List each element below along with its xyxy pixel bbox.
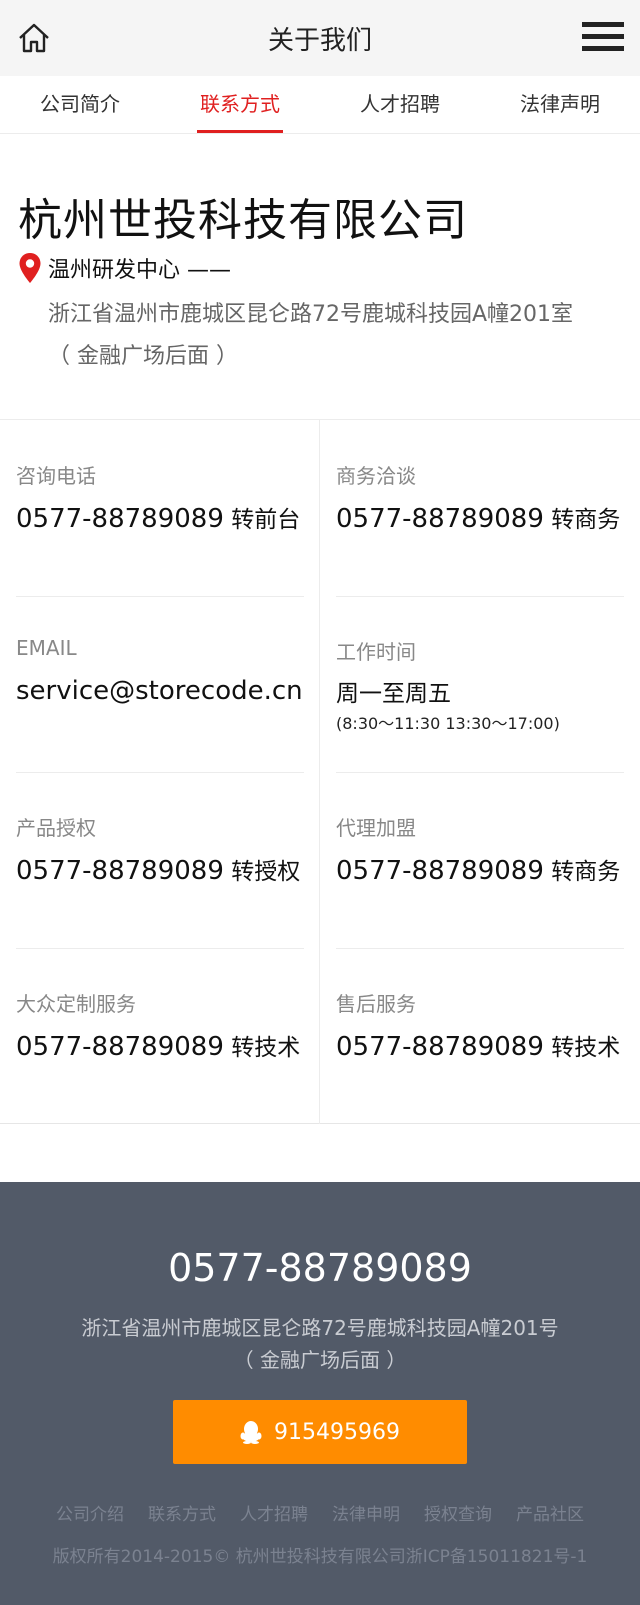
contact-cell-agent: 代理加盟 0577-88789089 转商务 [320, 772, 640, 948]
section-tabs: 公司简介 联系方式 人才招聘 法律声明 [0, 76, 640, 134]
contact-label: 商务洽谈 [336, 464, 416, 488]
footer-link-careers[interactable]: 人才招聘 [240, 1500, 308, 1525]
tab-contact[interactable]: 联系方式 [160, 76, 320, 133]
contact-cell-hours: 工作时间 周一至周五 (8:30～11:30 13:30～17:00) [320, 596, 640, 772]
footer-link-about[interactable]: 公司介绍 [56, 1500, 124, 1525]
contact-phone[interactable]: 0577-88789089 转技术 [336, 1028, 620, 1062]
contact-grid: 咨询电话 0577-88789089 转前台 商务洽谈 0577-8878908… [0, 420, 640, 1124]
contact-email[interactable]: service@storecode.cn [16, 676, 303, 706]
contact-phone[interactable]: 0577-88789089 转前台 [16, 500, 300, 534]
qq-number: 915495969 [274, 1419, 400, 1445]
contact-label: 代理加盟 [336, 816, 416, 840]
footer-address: 浙江省温州市鹿城区昆仑路72号鹿城科技园A幢201号 （ 金融广场后面 ） [0, 1312, 640, 1376]
contact-cell-aftersales: 售后服务 0577-88789089 转技术 [320, 948, 640, 1124]
tab-company-intro[interactable]: 公司简介 [0, 76, 160, 133]
contact-cell-consult: 咨询电话 0577-88789089 转前台 [0, 420, 320, 596]
footer-link-community[interactable]: 产品社区 [516, 1500, 584, 1525]
contact-label: EMAIL [16, 636, 77, 660]
contact-phone[interactable]: 0577-88789089 转商务 [336, 500, 620, 534]
page-title: 关于我们 [267, 25, 372, 56]
top-bar: 关于我们 [0, 0, 640, 76]
branch-name: 温州研发中心 —— [48, 258, 231, 283]
address-note: （ 金融广场后面 ） [48, 344, 238, 369]
site-footer: 0577-88789089 浙江省温州市鹿城区昆仑路72号鹿城科技园A幢201号… [0, 1182, 640, 1605]
contact-label: 产品授权 [16, 816, 96, 840]
contact-label: 工作时间 [336, 640, 416, 664]
address-line: 浙江省温州市鹿城区昆仑路72号鹿城科技园A幢201室 [48, 302, 574, 327]
footer-address-line: 浙江省温州市鹿城区昆仑路72号鹿城科技园A幢201号 [81, 1316, 559, 1340]
hamburger-menu-icon[interactable] [582, 22, 624, 54]
tab-legal[interactable]: 法律声明 [480, 76, 640, 133]
footer-address-note: （ 金融广场后面 ） [233, 1348, 407, 1372]
footer-phone[interactable]: 0577-88789089 [0, 1246, 640, 1290]
location-pin-icon [19, 253, 41, 283]
working-days: 周一至周五 [336, 681, 451, 707]
footer-link-legal[interactable]: 法律申明 [332, 1500, 400, 1525]
contact-label: 大众定制服务 [16, 992, 136, 1016]
qq-penguin-icon [240, 1421, 262, 1444]
contact-cell-email: EMAIL service@storecode.cn [0, 596, 320, 772]
contact-phone[interactable]: 0577-88789089 转技术 [16, 1028, 300, 1062]
branch-heading: 温州研发中心 —— [18, 252, 231, 284]
tab-careers[interactable]: 人才招聘 [320, 76, 480, 133]
working-hours: (8:30～11:30 13:30～17:00) [336, 714, 560, 733]
contact-label: 售后服务 [336, 992, 416, 1016]
footer-link-contact[interactable]: 联系方式 [148, 1500, 216, 1525]
footer-link-license-query[interactable]: 授权查询 [424, 1500, 492, 1525]
contact-phone[interactable]: 0577-88789089 转授权 [16, 852, 300, 886]
qq-contact-button[interactable]: 915495969 [173, 1400, 467, 1464]
company-info: 杭州世投科技有限公司 温州研发中心 —— 浙江省温州市鹿城区昆仑路72号鹿城科技… [0, 134, 640, 420]
contact-label: 咨询电话 [16, 464, 96, 488]
contact-phone[interactable]: 0577-88789089 转商务 [336, 852, 620, 886]
copyright: 版权所有2014-2015© 杭州世投科技有限公司浙ICP备15011821号-… [52, 1547, 588, 1567]
home-icon[interactable] [16, 20, 52, 56]
contact-cell-business: 商务洽谈 0577-88789089 转商务 [320, 420, 640, 596]
contact-cell-custom: 大众定制服务 0577-88789089 转技术 [0, 948, 320, 1124]
company-name: 杭州世投科技有限公司 [18, 195, 468, 246]
contact-cell-license: 产品授权 0577-88789089 转授权 [0, 772, 320, 948]
footer-links: 公司介绍 联系方式 人才招聘 法律申明 授权查询 产品社区 [0, 1500, 640, 1525]
company-address: 浙江省温州市鹿城区昆仑路72号鹿城科技园A幢201室 （ 金融广场后面 ） [48, 294, 628, 378]
